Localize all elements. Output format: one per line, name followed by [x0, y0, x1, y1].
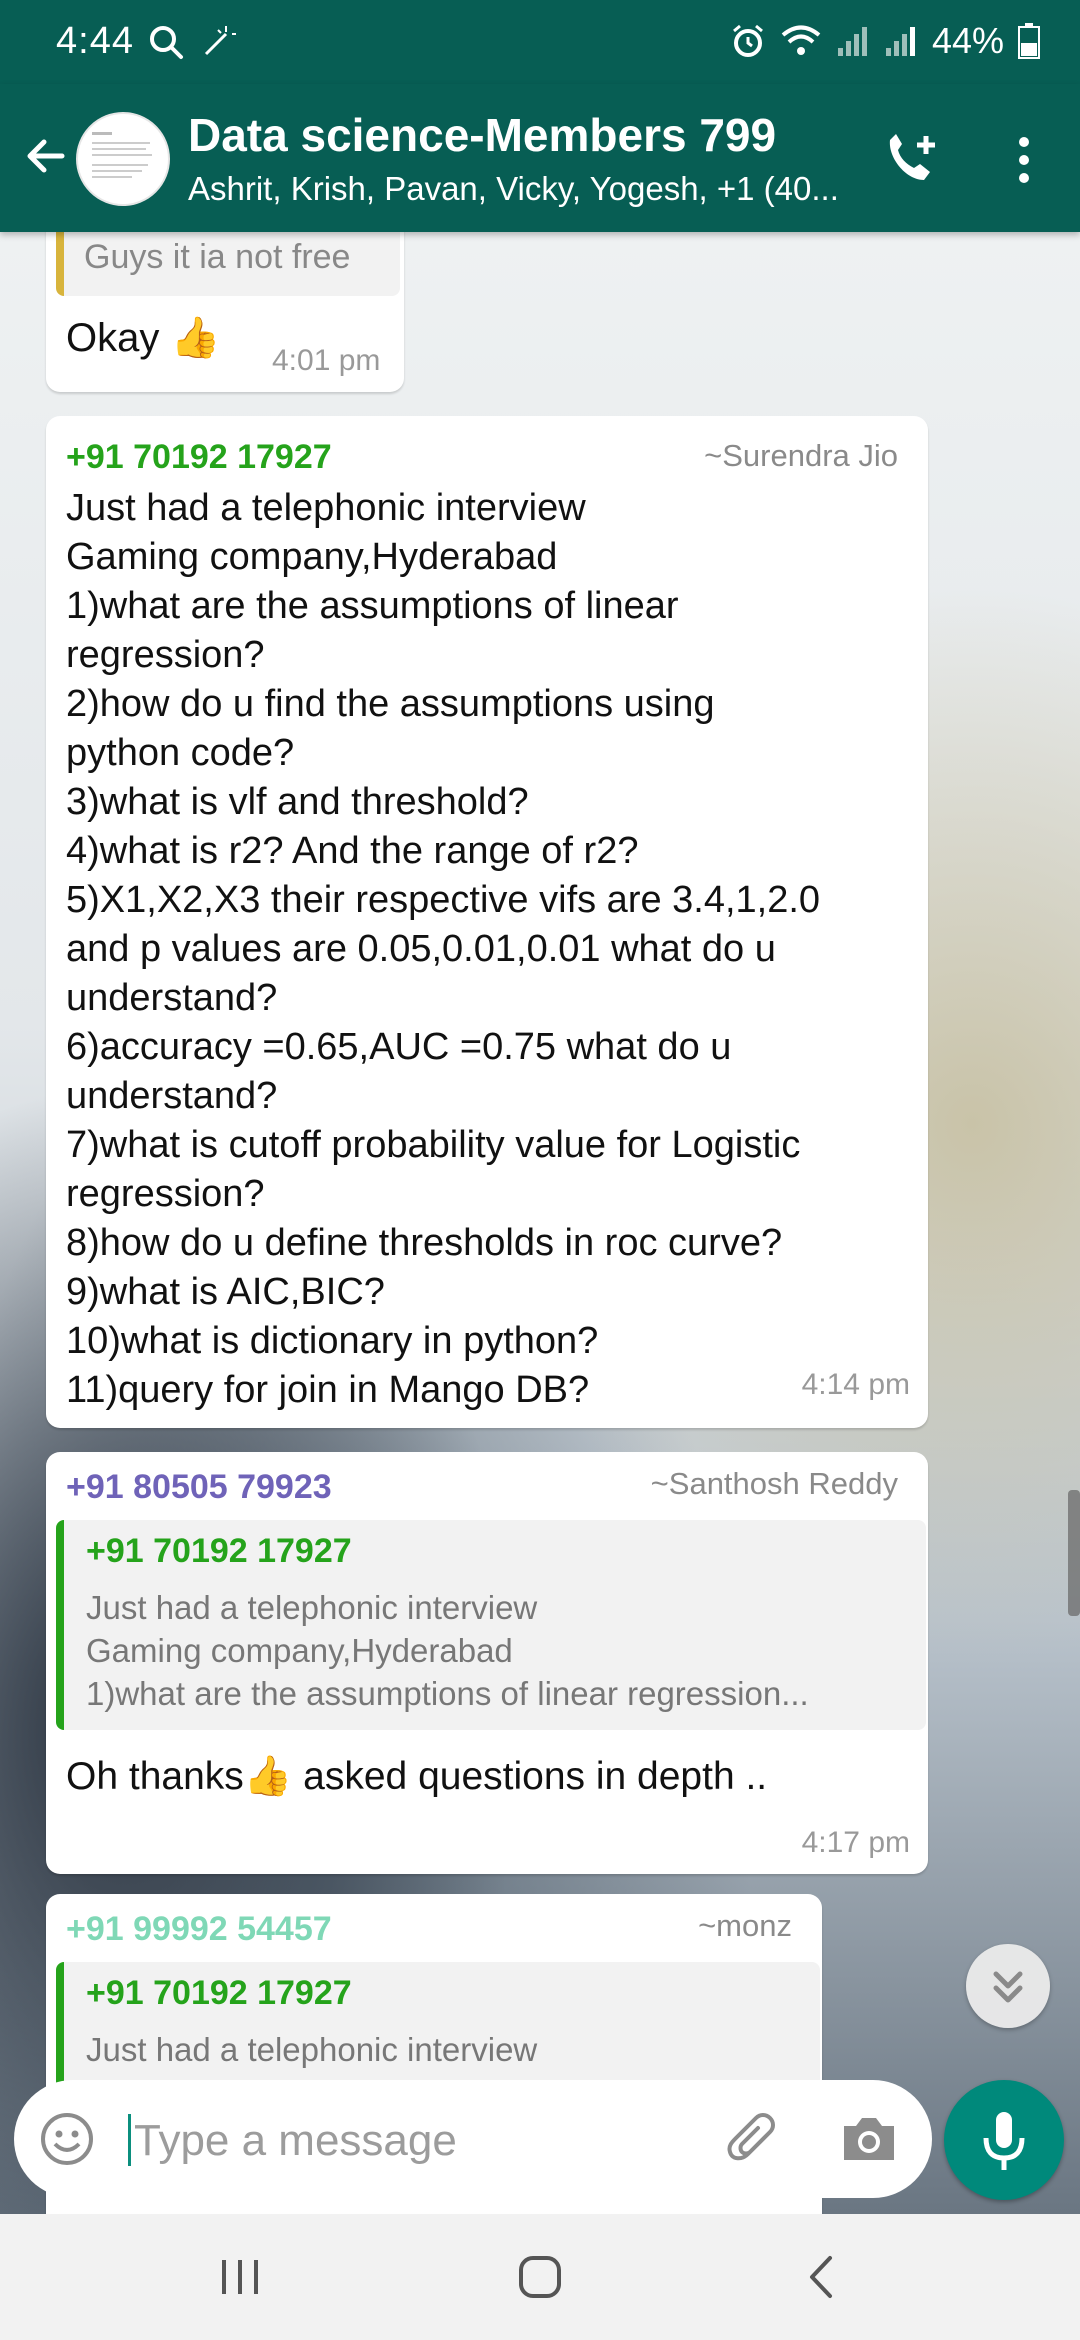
battery-percent: 44%	[931, 20, 1004, 61]
recent-apps-icon[interactable]	[200, 2244, 280, 2310]
battery-icon	[1018, 23, 1040, 59]
quoted-sender: +91 70192 17927	[86, 1532, 352, 1570]
message-bubble[interactable]: +91 80505 79923 ~Santhosh Reddy +91 7019…	[46, 1452, 928, 1874]
message-input[interactable]	[132, 2110, 716, 2172]
chat-title[interactable]: Data science-Members 799	[188, 108, 776, 162]
sender-pushname: ~Santhosh Reddy	[650, 1466, 898, 1501]
message-time: 4:01 pm	[272, 344, 381, 377]
scrollbar-thumb[interactable]	[1068, 1490, 1080, 1616]
message-composer	[14, 2080, 932, 2198]
text-cursor	[128, 2114, 131, 2166]
sender-pushname: ~Surendra Jio	[704, 438, 898, 473]
sender-pushname: ~monz	[698, 1908, 792, 1943]
signal-icon	[837, 27, 867, 56]
chat-messages[interactable]: Guys it ia not free Okay 👍 4:01 pm +91 7…	[0, 232, 1080, 2214]
message-sender[interactable]: +91 80505 79923	[66, 1468, 332, 1507]
back-arrow-icon[interactable]	[18, 128, 74, 184]
quoted-text: Guys it ia not free	[84, 238, 351, 276]
quoted-message[interactable]: Guys it ia not free	[56, 232, 400, 296]
message-time: 4:14 pm	[801, 1368, 910, 1401]
message-sender[interactable]: +91 70192 17927	[66, 438, 332, 477]
quoted-text: Just had a telephonic interview	[86, 2031, 538, 2068]
status-bar: 4:44 44%	[0, 0, 1080, 84]
mic-icon	[983, 2112, 1025, 2170]
back-icon[interactable]	[782, 2244, 862, 2310]
message-bubble[interactable]: +91 70192 17927 ~Surendra Jio Just had a…	[46, 416, 928, 1428]
chat-header: Data science-Members 799 Ashrit, Krish, …	[0, 84, 1080, 232]
more-vert-icon[interactable]	[1006, 130, 1042, 190]
camera-icon[interactable]	[838, 2108, 900, 2170]
double-chevron-down-icon	[993, 1971, 1023, 2003]
emoji-icon[interactable]	[38, 2110, 96, 2168]
message-text: Oh thanks👍 asked questions in depth ..	[66, 1755, 768, 1798]
add-call-icon[interactable]	[880, 130, 946, 190]
chat-members[interactable]: Ashrit, Krish, Pavan, Vicky, Yogesh, +1 …	[188, 170, 848, 208]
quoted-text: Just had a telephonic interview Gaming c…	[86, 1589, 809, 1712]
scroll-to-bottom-button[interactable]	[966, 1944, 1050, 2028]
message-sender[interactable]: +91 99992 54457	[66, 1910, 332, 1949]
system-nav-bar	[0, 2214, 1080, 2340]
message-text: Okay 👍	[66, 316, 221, 360]
search-icon	[150, 26, 183, 59]
message-bubble[interactable]: Guys it ia not free Okay 👍 4:01 pm	[46, 232, 404, 392]
group-avatar[interactable]	[76, 112, 170, 206]
attach-icon[interactable]	[720, 2106, 786, 2172]
home-icon[interactable]	[500, 2244, 580, 2310]
status-time: 4:44	[56, 20, 134, 62]
message-time: 4:17 pm	[801, 1826, 910, 1859]
signal-icon	[885, 27, 915, 56]
alarm-icon	[732, 24, 763, 57]
magic-wand-icon	[204, 26, 236, 56]
wifi-icon	[781, 25, 821, 55]
quoted-sender: +91 70192 17927	[86, 1974, 352, 2012]
mic-button[interactable]	[944, 2080, 1064, 2200]
message-text: Just had a telephonic interview Gaming c…	[66, 487, 821, 1411]
quoted-message[interactable]: +91 70192 17927 Just had a telephonic in…	[56, 1520, 926, 1730]
